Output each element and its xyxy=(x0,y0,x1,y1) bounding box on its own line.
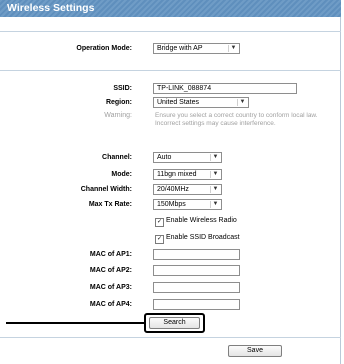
chevron-down-icon: ▼ xyxy=(228,45,238,52)
chevron-down-icon: ▼ xyxy=(210,201,220,208)
chevron-down-icon: ▼ xyxy=(210,154,220,161)
max-tx-rate-value: 150Mbps xyxy=(157,201,186,208)
callout-line xyxy=(6,322,144,324)
mac-ap4-input[interactable] xyxy=(153,299,240,310)
enable-wireless-radio-label: Enable Wireless Radio xyxy=(166,217,237,224)
mode-label: Mode: xyxy=(111,171,132,178)
chevron-down-icon: ▼ xyxy=(210,171,220,178)
channel-label: Channel: xyxy=(102,154,132,161)
mac-ap3-label: MAC of AP3: xyxy=(89,284,132,291)
chevron-down-icon: ▼ xyxy=(210,186,220,193)
enable-ssid-broadcast-checkbox[interactable]: ✓ Enable SSID Broadcast xyxy=(155,233,240,244)
search-button[interactable]: Search xyxy=(149,317,200,329)
operation-mode-select[interactable]: Bridge with AP ▼ xyxy=(153,43,240,54)
enable-ssid-broadcast-label: Enable SSID Broadcast xyxy=(166,234,240,241)
title-bar: Wireless Settings xyxy=(0,0,341,17)
warning-label: Warning: xyxy=(104,112,132,119)
operation-mode-value: Bridge with AP xyxy=(157,45,203,52)
chevron-down-icon: ▼ xyxy=(237,99,247,106)
mode-value: 11bgn mixed xyxy=(157,171,197,178)
ssid-value: TP-LINK_088874 xyxy=(157,85,212,92)
warning-line-2: Incorrect settings may cause interferenc… xyxy=(155,120,276,127)
ssid-label: SSID: xyxy=(113,85,132,92)
check-icon: ✓ xyxy=(155,235,164,244)
mac-ap2-label: MAC of AP2: xyxy=(89,267,132,274)
channel-width-value: 20/40MHz xyxy=(157,186,189,193)
mac-ap1-input[interactable] xyxy=(153,249,240,260)
channel-select[interactable]: Auto ▼ xyxy=(153,152,222,163)
region-value: United States xyxy=(157,99,200,106)
mode-select[interactable]: 11bgn mixed ▼ xyxy=(153,169,222,180)
max-tx-rate-label: Max Tx Rate: xyxy=(88,201,132,208)
save-button[interactable]: Save xyxy=(228,345,282,357)
region-label: Region: xyxy=(105,99,132,106)
operation-mode-label: Operation Mode: xyxy=(76,45,132,52)
channel-width-select[interactable]: 20/40MHz ▼ xyxy=(153,184,222,195)
channel-value: Auto xyxy=(157,154,172,161)
divider xyxy=(0,337,341,338)
check-icon: ✓ xyxy=(155,218,164,227)
mac-ap2-input[interactable] xyxy=(153,265,240,276)
channel-width-label: Channel Width: xyxy=(80,186,132,193)
mac-ap1-label: MAC of AP1: xyxy=(89,251,132,258)
max-tx-rate-select[interactable]: 150Mbps ▼ xyxy=(153,199,222,210)
warning-text: Ensure you select a correct country to c… xyxy=(155,112,344,128)
mac-ap4-label: MAC of AP4: xyxy=(89,301,132,308)
page-title: Wireless Settings xyxy=(7,2,95,14)
mac-ap3-input[interactable] xyxy=(153,282,240,293)
ssid-input[interactable]: TP-LINK_088874 xyxy=(153,83,297,94)
wireless-settings-panel: Wireless Settings Operation Mode: Bridge… xyxy=(0,0,341,364)
enable-wireless-radio-checkbox[interactable]: ✓ Enable Wireless Radio xyxy=(155,216,237,227)
divider xyxy=(0,31,341,32)
divider xyxy=(0,70,341,71)
warning-line-1: Ensure you select a correct country to c… xyxy=(155,112,318,119)
region-select[interactable]: United States ▼ xyxy=(153,97,249,108)
